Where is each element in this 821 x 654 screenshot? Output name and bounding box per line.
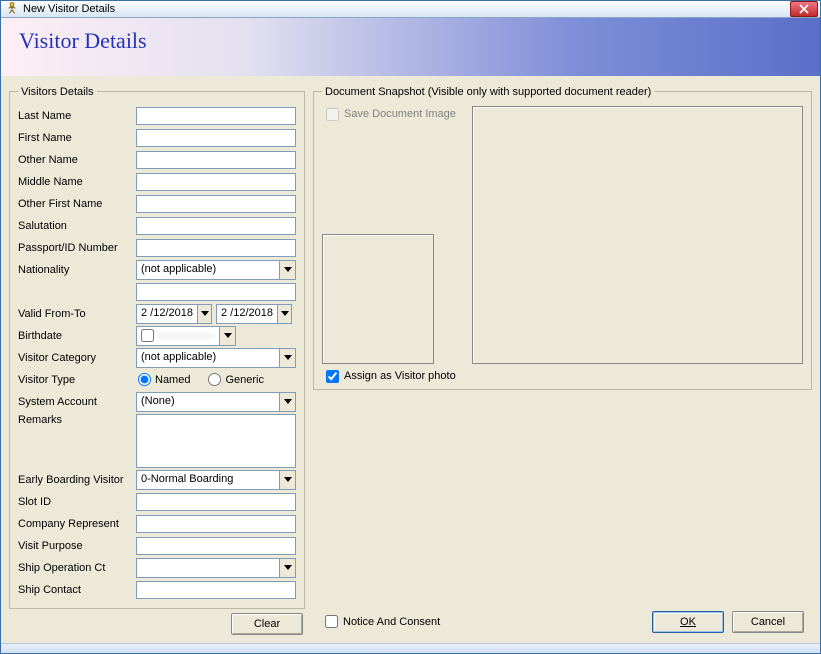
visitor-category-select[interactable]: (not applicable): [136, 348, 296, 368]
ok-button[interactable]: OK: [652, 611, 724, 633]
footer-bar: Notice And Consent OK Cancel: [313, 605, 812, 637]
header-band: Visitor Details: [1, 18, 820, 76]
passport-id-label: Passport/ID Number: [18, 242, 136, 254]
middle-name-label: Middle Name: [18, 176, 136, 188]
valid-to-date[interactable]: 2 /12/2018: [216, 304, 292, 324]
assign-visitor-photo-checkbox[interactable]: [326, 370, 339, 383]
named-radio-input[interactable]: [138, 373, 151, 386]
visitor-category-value: (not applicable): [137, 349, 279, 367]
early-boarding-value: 0-Normal Boarding: [137, 471, 279, 489]
window-root: New Visitor Details Visitor Details Visi…: [0, 0, 821, 654]
left-column: Visitors Details Last Name First Name Ot…: [9, 86, 305, 637]
chevron-down-icon[interactable]: [279, 393, 295, 411]
chevron-down-icon[interactable]: [279, 349, 295, 367]
valid-from-date[interactable]: 2 /12/2018: [136, 304, 212, 324]
chevron-down-icon[interactable]: [219, 327, 235, 345]
generic-radio-input[interactable]: [208, 373, 221, 386]
visit-purpose-input[interactable]: [136, 537, 296, 555]
visitor-type-generic-radio[interactable]: Generic: [208, 373, 264, 386]
early-boarding-select[interactable]: 0-Normal Boarding: [136, 470, 296, 490]
chevron-down-icon[interactable]: [279, 559, 295, 577]
birthdate-picker[interactable]: [136, 326, 236, 346]
salutation-label: Salutation: [18, 220, 136, 232]
ok-button-label: OK: [680, 616, 696, 628]
company-represent-label: Company Represent: [18, 518, 136, 530]
chevron-down-icon[interactable]: [277, 305, 291, 323]
page-title: Visitor Details: [19, 28, 802, 54]
ship-operation-ct-value: [137, 559, 279, 577]
document-snapshot-fieldset: Document Snapshot (Visible only with sup…: [313, 86, 812, 390]
visitor-type-label: Visitor Type: [18, 374, 136, 386]
system-account-value: (None): [137, 393, 279, 411]
ship-operation-ct-select[interactable]: [136, 558, 296, 578]
birthdate-value: [157, 334, 215, 338]
last-name-input[interactable]: [136, 107, 296, 125]
valid-from-value: 2 /12/2018: [137, 305, 197, 323]
chevron-down-icon[interactable]: [279, 471, 295, 489]
assign-visitor-photo-label: Assign as Visitor photo: [344, 370, 456, 382]
chevron-down-icon[interactable]: [279, 261, 295, 279]
save-document-image-row: Save Document Image: [322, 106, 462, 121]
named-radio-label: Named: [155, 374, 190, 386]
ship-operation-ct-label: Ship Operation Ct: [18, 562, 136, 574]
salutation-input[interactable]: [136, 217, 296, 235]
notice-consent-checkbox[interactable]: [325, 615, 338, 628]
visitors-details-legend: Visitors Details: [18, 86, 97, 98]
passport-id-input[interactable]: [136, 239, 296, 257]
visitor-type-named-radio[interactable]: Named: [138, 373, 190, 386]
other-name-label: Other Name: [18, 154, 136, 166]
visitors-details-fieldset: Visitors Details Last Name First Name Ot…: [9, 86, 305, 609]
ship-contact-label: Ship Contact: [18, 584, 136, 596]
system-account-select[interactable]: (None): [136, 392, 296, 412]
visitor-category-label: Visitor Category: [18, 352, 136, 364]
right-column: Document Snapshot (Visible only with sup…: [313, 86, 812, 637]
birthdate-label: Birthdate: [18, 330, 136, 342]
window-title: New Visitor Details: [23, 3, 790, 15]
visit-purpose-label: Visit Purpose: [18, 540, 136, 552]
save-document-image-label: Save Document Image: [344, 108, 456, 120]
clear-button[interactable]: Clear: [231, 613, 303, 635]
notice-consent-label: Notice And Consent: [343, 616, 440, 628]
chevron-down-icon[interactable]: [197, 305, 211, 323]
birthdate-checkbox[interactable]: [141, 329, 154, 342]
valid-to-value: 2 /12/2018: [217, 305, 277, 323]
middle-name-input[interactable]: [136, 173, 296, 191]
app-icon: [5, 2, 19, 16]
save-document-image-checkbox: [326, 108, 339, 121]
document-snapshot-legend: Document Snapshot (Visible only with sup…: [322, 86, 654, 98]
remarks-label: Remarks: [18, 414, 136, 426]
system-account-label: System Account: [18, 396, 136, 408]
other-first-name-input[interactable]: [136, 195, 296, 213]
ship-contact-input[interactable]: [136, 581, 296, 599]
document-large-preview: [472, 106, 803, 364]
other-name-input[interactable]: [136, 151, 296, 169]
document-thumbnail-preview: [322, 234, 434, 364]
remarks-textarea[interactable]: [136, 414, 296, 468]
status-strip: [1, 643, 820, 653]
company-represent-input[interactable]: [136, 515, 296, 533]
close-button[interactable]: [790, 1, 818, 17]
generic-radio-label: Generic: [225, 374, 264, 386]
early-boarding-label: Early Boarding Visitor: [18, 474, 136, 486]
slot-id-label: Slot ID: [18, 496, 136, 508]
other-first-name-label: Other First Name: [18, 198, 136, 210]
nationality-value: (not applicable): [137, 261, 279, 279]
last-name-label: Last Name: [18, 110, 136, 122]
slot-id-input[interactable]: [136, 493, 296, 511]
first-name-label: First Name: [18, 132, 136, 144]
valid-from-to-label: Valid From-To: [18, 308, 136, 320]
content-area: Visitors Details Last Name First Name Ot…: [1, 76, 820, 643]
first-name-input[interactable]: [136, 129, 296, 147]
nationality-extra-input[interactable]: [136, 283, 296, 301]
cancel-button[interactable]: Cancel: [732, 611, 804, 633]
title-bar: New Visitor Details: [1, 1, 820, 18]
nationality-label: Nationality: [18, 264, 136, 276]
nationality-select[interactable]: (not applicable): [136, 260, 296, 280]
